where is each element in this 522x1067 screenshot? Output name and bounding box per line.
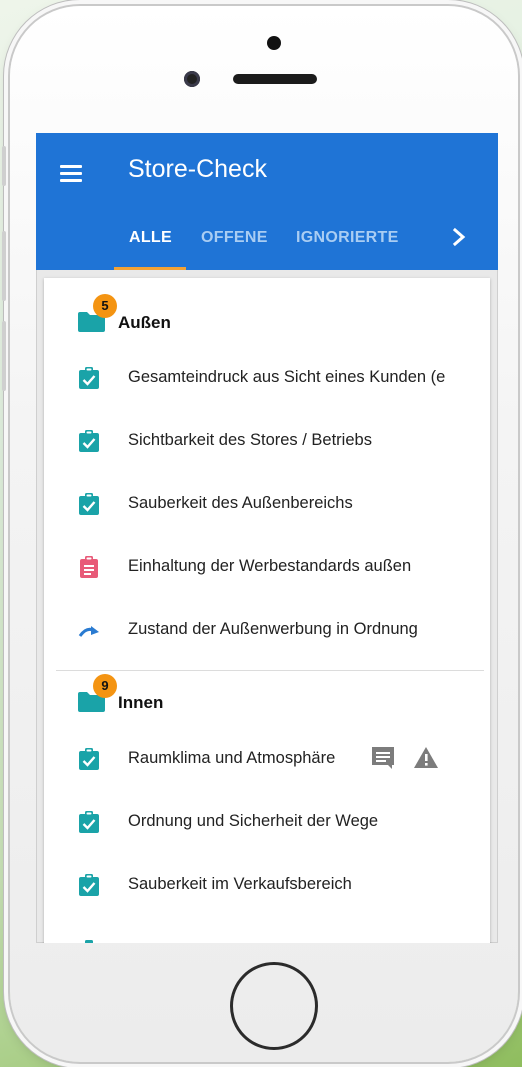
clipboard-check-icon [79, 874, 99, 896]
proximity-sensor [267, 36, 281, 50]
tab-indicator [114, 267, 186, 270]
item-label: Sauberkeit im Verkaufsbereich [128, 875, 352, 893]
item-label: Sauberkeit des Außenbereichs [128, 494, 353, 512]
chevron-right-icon[interactable] [449, 225, 469, 249]
list-item[interactable]: Zustand der Außenwerbung in Ordnung [44, 602, 490, 658]
home-button[interactable] [230, 962, 318, 1050]
clipboard-check-icon [79, 430, 99, 452]
list-item[interactable]: Sichtbarkeit des Stores / Betriebs [44, 413, 490, 469]
list-item[interactable]: Sauberkeit im Verkaufsbereich [44, 857, 490, 913]
tab-ignorierte[interactable]: IGNORIERTE [296, 229, 399, 247]
front-camera [184, 71, 200, 87]
app-title: Store-Check [128, 155, 267, 183]
list-item[interactable]: Ordnung und Sicherheit der Wege [44, 794, 490, 850]
clipboard-check-icon [79, 748, 99, 770]
tab-offene[interactable]: OFFENE [201, 229, 268, 247]
earpiece-speaker [233, 74, 317, 84]
item-label: Zustand der Außenwerbung in Ordnung [128, 620, 418, 638]
section-title: Innen [118, 693, 164, 712]
item-label: Ordnung und Sicherheit der Wege [128, 812, 379, 830]
list-item[interactable]: Raumklima und Atmosphäre [44, 731, 490, 787]
clipboard-check-icon [79, 367, 99, 389]
item-label: Gesamteindruck aus Sicht eines Kunden (e [128, 368, 446, 386]
comment-icon[interactable] [370, 745, 396, 771]
volume-down-button [2, 321, 6, 391]
list-item[interactable]: Sauberkeit des Außenbereichs [44, 476, 490, 532]
item-label: Raumklima und Atmosphäre [128, 749, 336, 767]
redo-arrow-icon [78, 626, 99, 637]
item-label: Sichtbarkeit des Stores / Betriebs [128, 431, 372, 449]
section-title: Außen [118, 313, 171, 332]
section-count-badge: 5 [93, 294, 117, 318]
app-bar: Store-Check ALLE OFFENE IGNORIERTE [36, 133, 498, 270]
section-header-innen[interactable]: 9 Innen [44, 670, 490, 718]
clipboard-check-icon [79, 493, 99, 515]
warning-icon[interactable] [413, 745, 439, 771]
checklist-card: 5 Außen Gesamteindruck aus Sicht eines K… [44, 278, 490, 943]
list-item[interactable]: Gesamteindruck aus Sicht eines Kunden (e [44, 350, 490, 406]
app-screen: Store-Check ALLE OFFENE IGNORIERTE 5 Auß… [36, 133, 498, 943]
list-item[interactable]: Einhaltung der Werbestandards außen [44, 539, 490, 595]
mute-switch [2, 146, 6, 186]
hamburger-menu-icon[interactable] [58, 160, 84, 186]
volume-up-button [2, 231, 6, 301]
tab-alle[interactable]: ALLE [129, 229, 172, 247]
item-label: Einhaltung der Werbestandards außen [128, 557, 412, 575]
section-header-aussen[interactable]: 5 Außen [44, 290, 490, 338]
clipboard-check-icon [85, 940, 93, 943]
clipboard-check-icon [79, 811, 99, 833]
section-count-badge: 9 [93, 674, 117, 698]
clipboard-text-icon [80, 556, 98, 578]
